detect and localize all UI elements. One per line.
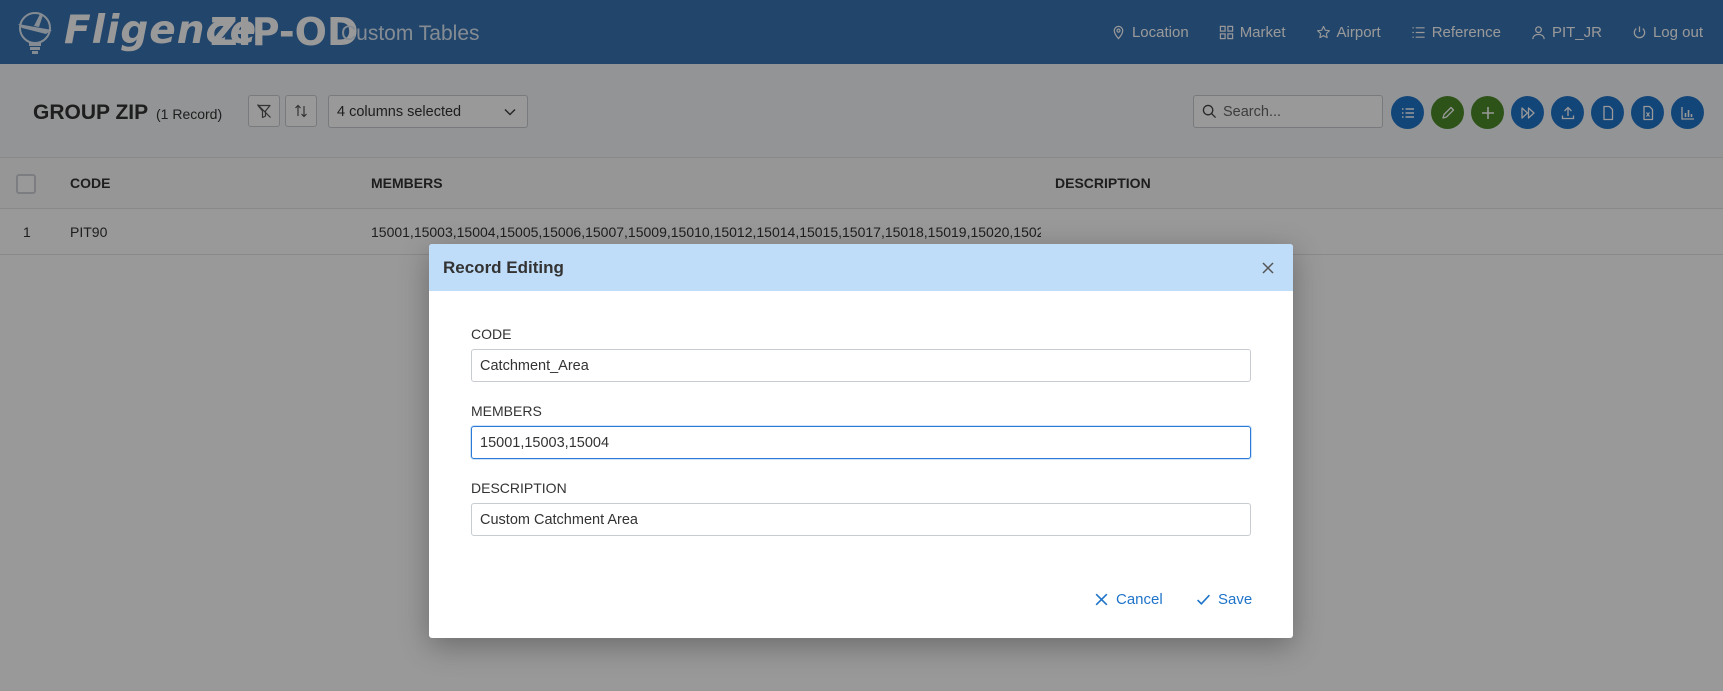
checkmark-icon bbox=[1197, 594, 1210, 605]
save-button-label: Save bbox=[1218, 591, 1253, 608]
record-editing-dialog: Record Editing CODE MEMBERS DESCRIPTION … bbox=[429, 244, 1293, 638]
description-field[interactable] bbox=[471, 503, 1251, 536]
close-icon bbox=[1095, 593, 1108, 606]
description-field-label: DESCRIPTION bbox=[471, 480, 567, 496]
dialog-title: Record Editing bbox=[443, 257, 564, 277]
dialog-header: Record Editing bbox=[429, 244, 1293, 291]
code-field-label: CODE bbox=[471, 326, 512, 342]
members-field-label: MEMBERS bbox=[471, 403, 542, 419]
members-field[interactable] bbox=[471, 426, 1251, 459]
close-icon bbox=[1262, 261, 1274, 274]
cancel-button[interactable]: Cancel bbox=[1094, 591, 1163, 608]
code-field[interactable] bbox=[471, 349, 1251, 382]
cancel-button-label: Cancel bbox=[1116, 591, 1163, 608]
save-button[interactable]: Save bbox=[1196, 591, 1252, 608]
close-dialog-button[interactable] bbox=[1257, 257, 1279, 279]
